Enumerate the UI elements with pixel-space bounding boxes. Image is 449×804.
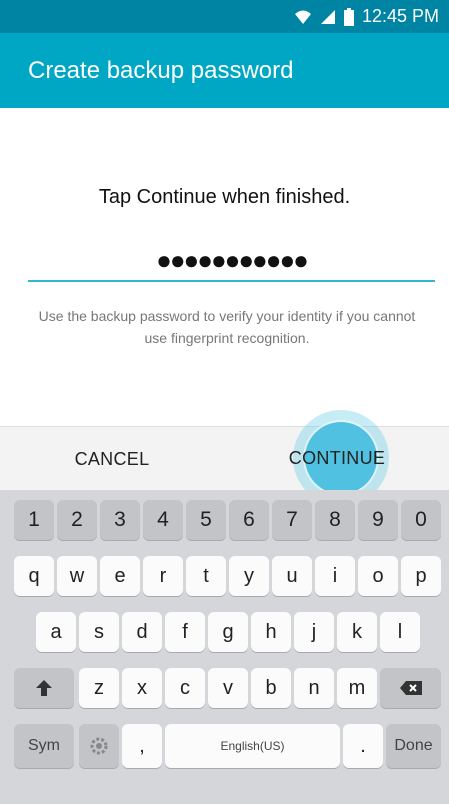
wifi-icon: [294, 9, 312, 25]
key-8[interactable]: 8: [315, 500, 355, 540]
key-j[interactable]: j: [294, 612, 334, 652]
key-i[interactable]: i: [315, 556, 355, 596]
key-x[interactable]: x: [122, 668, 162, 708]
key-l[interactable]: l: [380, 612, 420, 652]
key-c[interactable]: c: [165, 668, 205, 708]
period-key[interactable]: .: [343, 724, 383, 768]
instruction-text: Tap Continue when finished.: [98, 186, 351, 208]
keyboard-number-row: 1 2 3 4 5 6 7 8 9 0: [0, 500, 449, 542]
keyboard-row-3: z x c v b n m: [0, 668, 449, 710]
key-n[interactable]: n: [294, 668, 334, 708]
key-t[interactable]: t: [186, 556, 226, 596]
battery-icon: [343, 7, 354, 26]
shift-arrow-icon: [35, 679, 53, 697]
signal-icon: [320, 9, 336, 25]
key-7[interactable]: 7: [272, 500, 312, 540]
key-2[interactable]: 2: [57, 500, 97, 540]
page-title: Create backup password: [28, 56, 294, 84]
key-d[interactable]: d: [122, 612, 162, 652]
key-q[interactable]: q: [14, 556, 54, 596]
key-h[interactable]: h: [251, 612, 291, 652]
key-6[interactable]: 6: [229, 500, 269, 540]
backspace-icon: [399, 680, 423, 696]
key-b[interactable]: b: [251, 668, 291, 708]
continue-button[interactable]: CONTINUE: [225, 426, 449, 490]
help-text: Use the backup password to verify your i…: [38, 308, 416, 346]
done-key[interactable]: Done: [386, 724, 441, 768]
key-w[interactable]: w: [57, 556, 97, 596]
key-3[interactable]: 3: [100, 500, 140, 540]
sym-key[interactable]: Sym: [14, 724, 74, 768]
settings-key[interactable]: [79, 724, 119, 768]
key-u[interactable]: u: [272, 556, 312, 596]
comma-key[interactable]: ,: [122, 724, 162, 768]
password-form: Tap Continue when finished. ●●●●●●●●●●● …: [0, 108, 449, 426]
password-masked-value: ●●●●●●●●●●●: [156, 245, 309, 275]
space-key[interactable]: English(US): [165, 724, 340, 768]
key-0[interactable]: 0: [401, 500, 441, 540]
keyboard-row-2: a s d f g h j k l: [0, 612, 449, 654]
cancel-button[interactable]: CANCEL: [0, 427, 224, 491]
key-v[interactable]: v: [208, 668, 248, 708]
on-screen-keyboard: 1 2 3 4 5 6 7 8 9 0 q w e r t y u i o p …: [0, 490, 449, 804]
shift-key[interactable]: [14, 668, 74, 708]
password-input[interactable]: ●●●●●●●●●●●: [28, 240, 435, 282]
status-time: 12:45 PM: [361, 6, 439, 26]
key-a[interactable]: a: [36, 612, 76, 652]
app-bar: Create backup password: [0, 33, 449, 108]
key-p[interactable]: p: [401, 556, 441, 596]
keyboard-bottom-row: Sym , English(US) . Done: [0, 724, 449, 768]
key-f[interactable]: f: [165, 612, 205, 652]
key-r[interactable]: r: [143, 556, 183, 596]
key-9[interactable]: 9: [358, 500, 398, 540]
key-y[interactable]: y: [229, 556, 269, 596]
key-o[interactable]: o: [358, 556, 398, 596]
status-bar: 12:45 PM: [0, 0, 449, 33]
keyboard-row-1: q w e r t y u i o p: [0, 556, 449, 598]
status-icons: 12:45 PM: [294, 0, 439, 33]
key-4[interactable]: 4: [143, 500, 183, 540]
backspace-key[interactable]: [380, 668, 441, 708]
key-5[interactable]: 5: [186, 500, 226, 540]
key-m[interactable]: m: [337, 668, 377, 708]
key-z[interactable]: z: [79, 668, 119, 708]
key-g[interactable]: g: [208, 612, 248, 652]
key-e[interactable]: e: [100, 556, 140, 596]
space-language-label: English(US): [220, 739, 285, 753]
key-k[interactable]: k: [337, 612, 377, 652]
gear-icon: [89, 736, 109, 756]
key-1[interactable]: 1: [14, 500, 54, 540]
key-s[interactable]: s: [79, 612, 119, 652]
